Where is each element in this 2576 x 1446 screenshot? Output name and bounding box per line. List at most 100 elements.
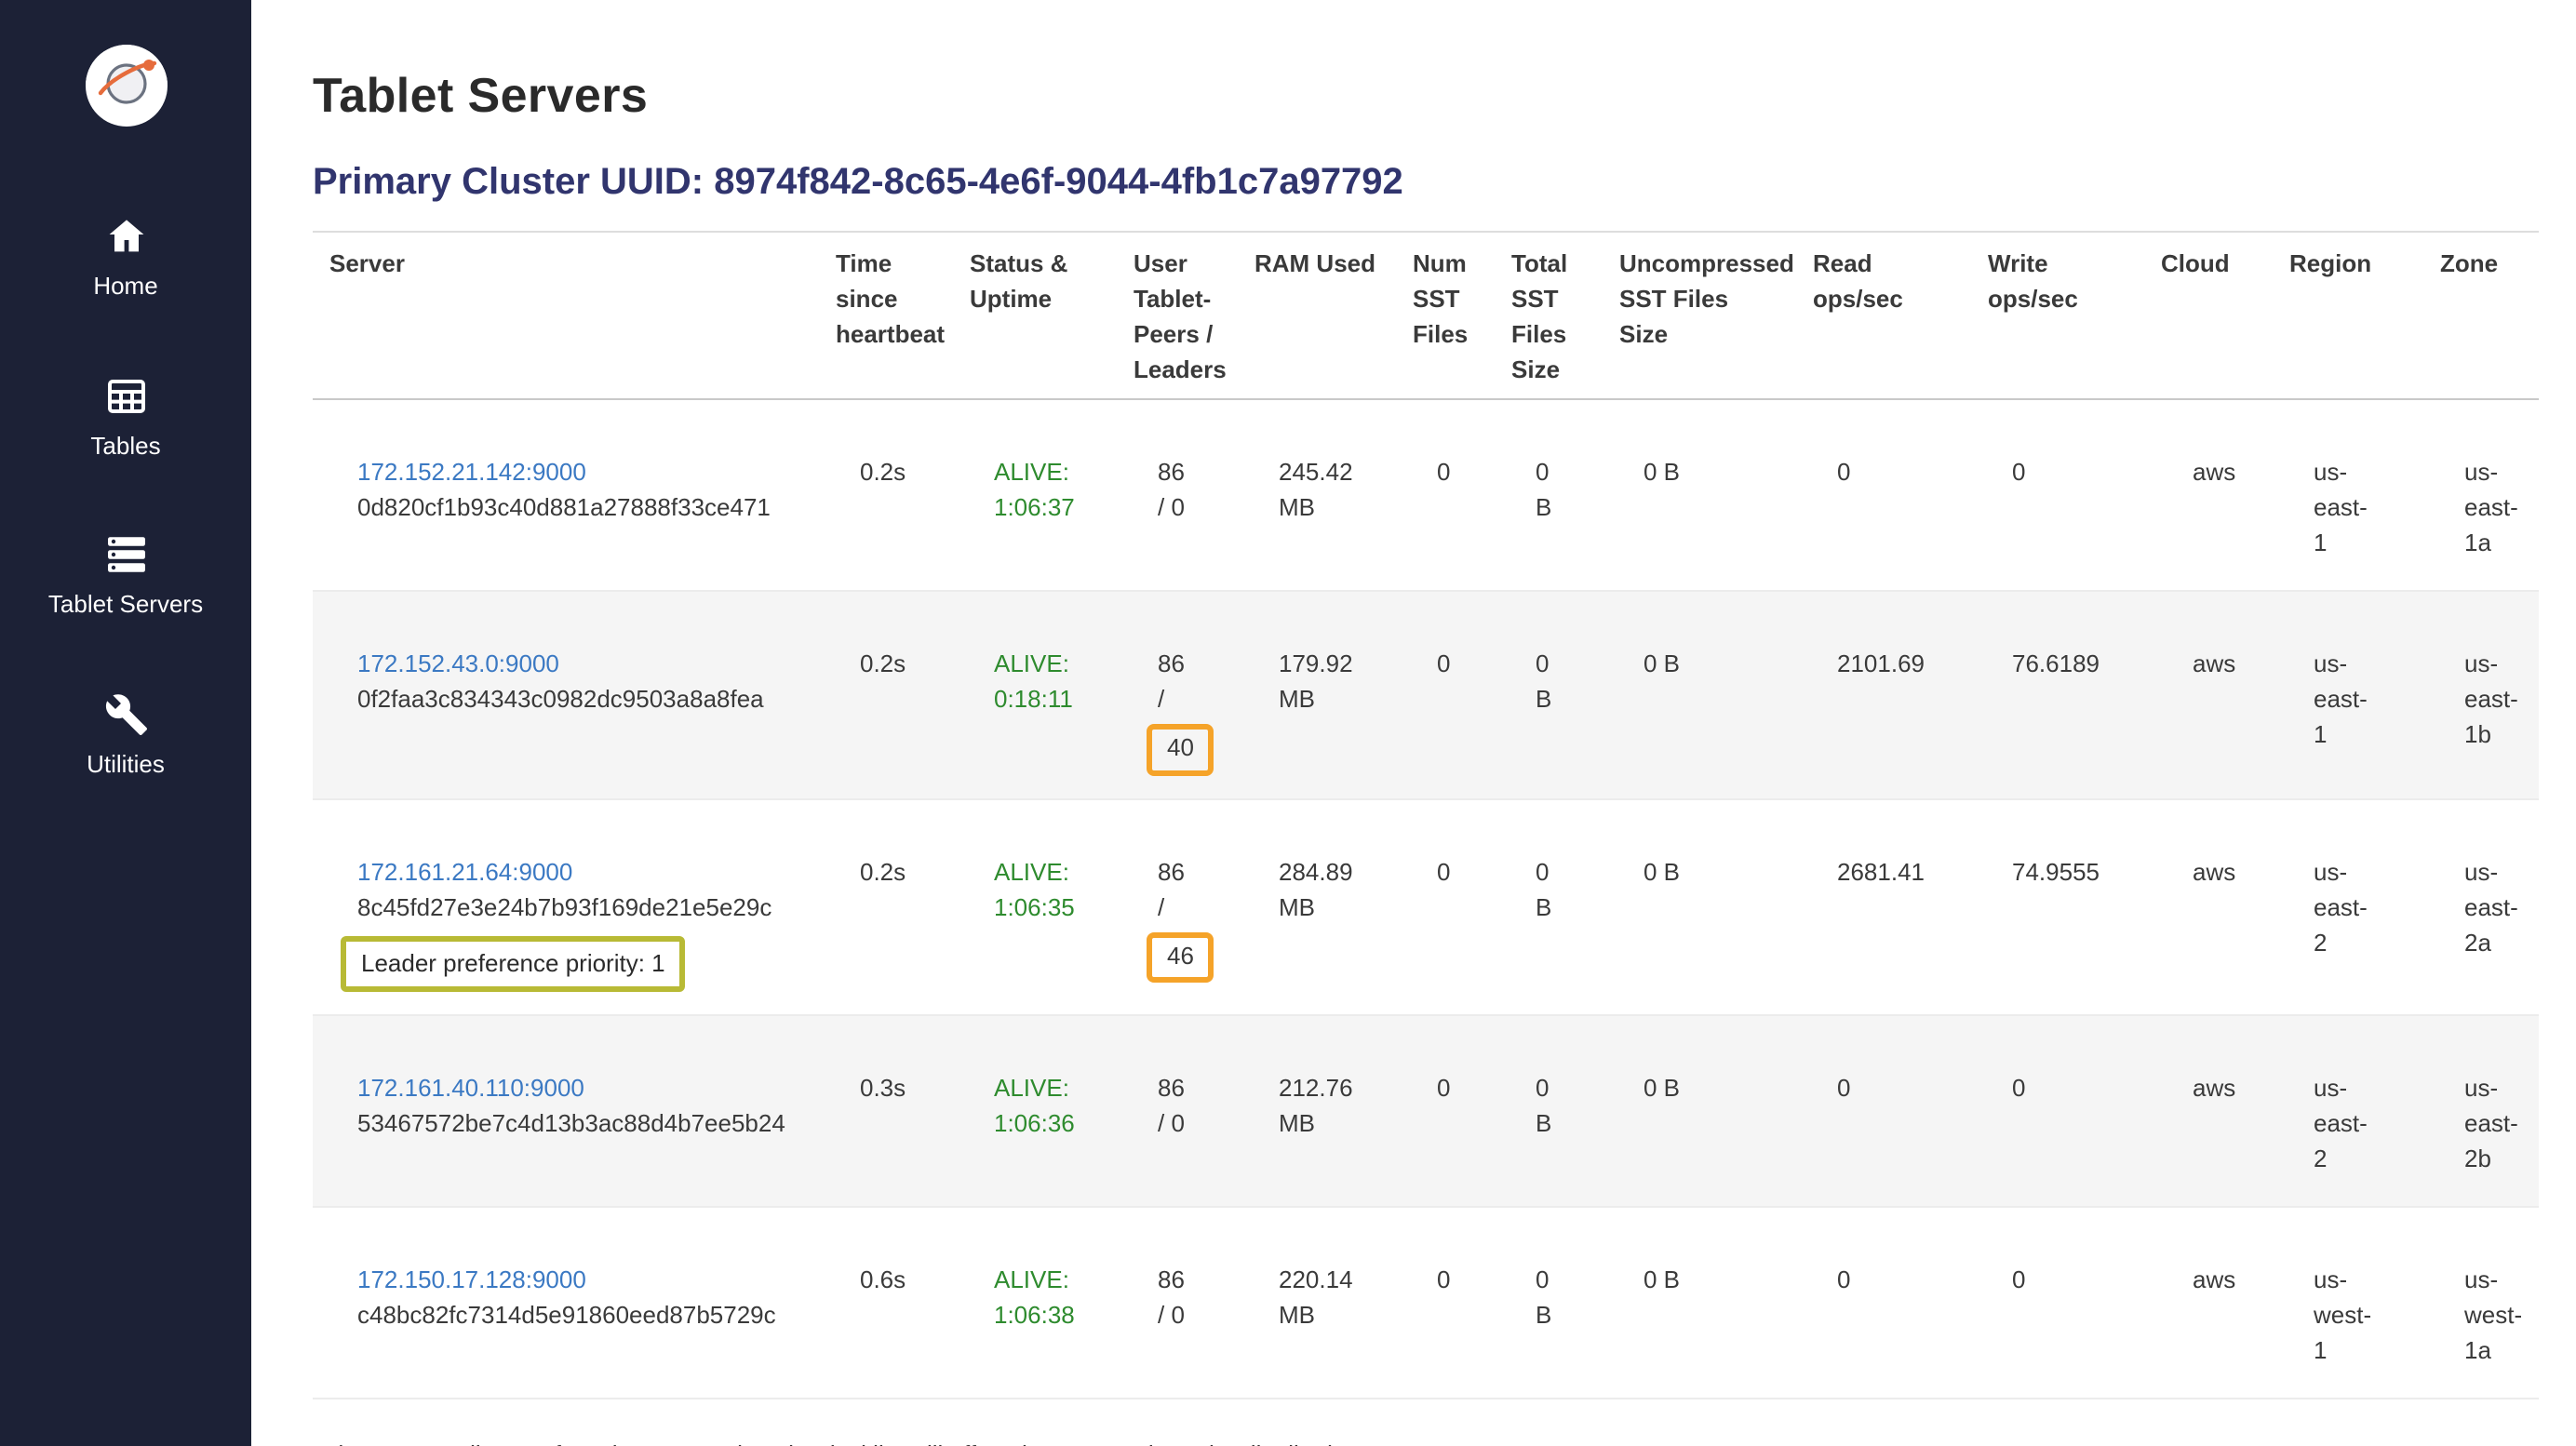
table-body: 172.152.21.142:9000 0d820cf1b93c40d881a2… — [313, 401, 2539, 1400]
region-cell: us-east-1 — [2289, 401, 2440, 584]
region-cell: us-west-1 — [2289, 1209, 2440, 1392]
leaders-count: 46 — [1147, 931, 1214, 984]
total-sst-size-cell: 0B — [1511, 401, 1619, 549]
uptime-text: 1:06:35 — [994, 891, 1119, 927]
leaders-line: / 40 — [1158, 683, 1240, 761]
sidebar-item-label: Utilities — [87, 750, 165, 779]
cluster-uuid-heading: Primary Cluster UUID: 8974f842-8c65-4e6f… — [313, 162, 2539, 205]
uncompressed-sst-size-cell: 0 B — [1619, 401, 1813, 515]
table-row: 172.152.43.0:9000 0f2faa3c834343c0982dc9… — [313, 593, 2539, 800]
peers-count: 86 — [1158, 1073, 1240, 1108]
total-sst-size-cell: 0B — [1511, 593, 1619, 741]
cloud-cell: aws — [2161, 800, 2289, 914]
leaders-count: 0 — [1172, 1302, 1185, 1330]
heartbeat-cell: 0.6s — [836, 1209, 970, 1322]
status-text: ALIVE: — [994, 649, 1119, 684]
sidebar-item-utilities[interactable]: Utilities — [0, 690, 251, 779]
leaders-line: / 0 — [1158, 493, 1185, 521]
status-cell: ALIVE: 1:06:37 — [970, 401, 1134, 549]
peers-slash: / — [1158, 683, 1240, 718]
server-link[interactable]: 172.152.43.0:9000 — [357, 649, 559, 684]
zone-cell: us-east-2a — [2440, 800, 2539, 984]
server-uuid: 53467572be7c4d13b3ac88d4b7ee5b24 — [357, 1108, 821, 1144]
server-cell: 172.161.40.110:9000 53467572be7c4d13b3ac… — [313, 1017, 836, 1165]
zone-cell: us-east-1a — [2440, 401, 2539, 584]
ram-used-cell: 284.89MB — [1254, 800, 1413, 948]
total-sst-size-cell: 0B — [1511, 1209, 1619, 1357]
status-text: ALIVE: — [994, 856, 1119, 891]
heartbeat-cell: 0.2s — [836, 800, 970, 914]
uncompressed-sst-size-cell: 0 B — [1619, 800, 1813, 914]
planet-rocket-icon — [85, 45, 167, 127]
zone-cell: us-west-1a — [2440, 1209, 2539, 1392]
sidebar-item-tablet-servers[interactable]: Tablet Servers — [0, 530, 251, 619]
status-cell: ALIVE: 0:18:11 — [970, 593, 1134, 741]
server-link[interactable]: 172.152.21.142:9000 — [357, 457, 586, 492]
peers-leaders-cell: 86 / 46 — [1134, 800, 1254, 1006]
write-ops-cell: 74.9555 — [1988, 800, 2161, 914]
leaders-count: 0 — [1172, 493, 1185, 521]
num-sst-files-cell: 0 — [1413, 1209, 1511, 1322]
leader-preference-badge: Leader preference priority: 1 — [341, 935, 686, 993]
total-sst-size-cell: 0B — [1511, 800, 1619, 948]
num-sst-files-cell: 0 — [1413, 1017, 1511, 1131]
sidebar-item-tables[interactable]: Tables — [0, 371, 251, 460]
total-sst-size-cell: 0B — [1511, 1017, 1619, 1165]
status-cell: ALIVE: 1:06:38 — [970, 1209, 1134, 1357]
peers-count: 86 — [1158, 457, 1240, 492]
write-ops-cell: 0 — [1988, 401, 2161, 515]
peers-count: 86 — [1158, 856, 1240, 891]
server-uuid: 0f2faa3c834343c0982dc9503a8a8fea — [357, 683, 821, 718]
sidebar: Home Tables — [0, 0, 251, 1446]
peers-count: 86 — [1158, 1265, 1240, 1300]
leaders-line: / 0 — [1158, 1302, 1185, 1330]
table-row: 172.150.17.128:9000 c48bc82fc7314d5e9186… — [313, 1209, 2539, 1400]
heartbeat-cell: 0.2s — [836, 401, 970, 515]
placement-footnote: *Placement policy, Preferred zones, and … — [313, 1441, 2539, 1446]
num-sst-files-cell: 0 — [1413, 800, 1511, 914]
status-cell: ALIVE: 1:06:35 — [970, 800, 1134, 948]
server-uuid: 8c45fd27e3e24b7b93f169de21e5e29c — [357, 891, 821, 927]
server-cell: 172.152.21.142:9000 0d820cf1b93c40d881a2… — [313, 401, 836, 549]
app-logo[interactable] — [85, 45, 167, 127]
sidebar-nav: Home Tables — [0, 212, 251, 779]
server-uuid: c48bc82fc7314d5e91860eed87b5729c — [357, 1300, 821, 1335]
read-ops-cell: 2681.41 — [1813, 800, 1988, 914]
leaders-count: 40 — [1147, 724, 1214, 776]
ram-used-cell: 212.76MB — [1254, 1017, 1413, 1165]
server-link[interactable]: 172.161.40.110:9000 — [357, 1073, 584, 1108]
zone-cell: us-east-2b — [2440, 1017, 2539, 1200]
server-link[interactable]: 172.150.17.128:9000 — [357, 1265, 586, 1300]
tablet-servers-table: Server Time since heartbeat Status & Upt… — [313, 231, 2539, 1400]
region-cell: us-east-1 — [2289, 593, 2440, 776]
uncompressed-sst-size-cell: 0 B — [1619, 1209, 1813, 1322]
cloud-cell: aws — [2161, 593, 2289, 706]
num-sst-files-cell: 0 — [1413, 593, 1511, 706]
write-ops-cell: 0 — [1988, 1209, 2161, 1322]
column-header-heartbeat: Time since heartbeat — [836, 233, 970, 364]
peers-leaders-cell: 86 / 0 — [1134, 1017, 1254, 1165]
peers-slash: / — [1158, 493, 1164, 521]
peers-leaders-cell: 86 / 40 — [1134, 593, 1254, 798]
app-window: Home Tables — [0, 0, 2576, 1446]
peers-slash: / — [1158, 891, 1240, 927]
leaders-line: / 0 — [1158, 1110, 1185, 1138]
sidebar-item-home[interactable]: Home — [0, 212, 251, 301]
sidebar-item-label: Tables — [90, 431, 160, 460]
column-header-num-sst: Num SST Files — [1413, 233, 1511, 364]
column-header-zone: Zone — [2440, 233, 2539, 294]
wrench-icon — [101, 690, 150, 739]
uncompressed-sst-size-cell: 0 B — [1619, 1017, 1813, 1131]
server-link[interactable]: 172.161.21.64:9000 — [357, 856, 572, 891]
ram-used-cell: 245.42MB — [1254, 401, 1413, 549]
table-row: 172.161.40.110:9000 53467572be7c4d13b3ac… — [313, 1017, 2539, 1209]
column-header-read-ops: Read ops/sec — [1813, 233, 1988, 328]
peers-leaders-cell: 86 / 0 — [1134, 1209, 1254, 1357]
server-uuid: 0d820cf1b93c40d881a27888f33ce471 — [357, 491, 821, 527]
uptime-text: 0:18:11 — [994, 683, 1119, 718]
read-ops-cell: 0 — [1813, 1017, 1988, 1131]
cloud-cell: aws — [2161, 1209, 2289, 1322]
uncompressed-sst-size-cell: 0 B — [1619, 593, 1813, 706]
page-title: Tablet Servers — [313, 67, 2539, 125]
write-ops-cell: 76.6189 — [1988, 593, 2161, 706]
